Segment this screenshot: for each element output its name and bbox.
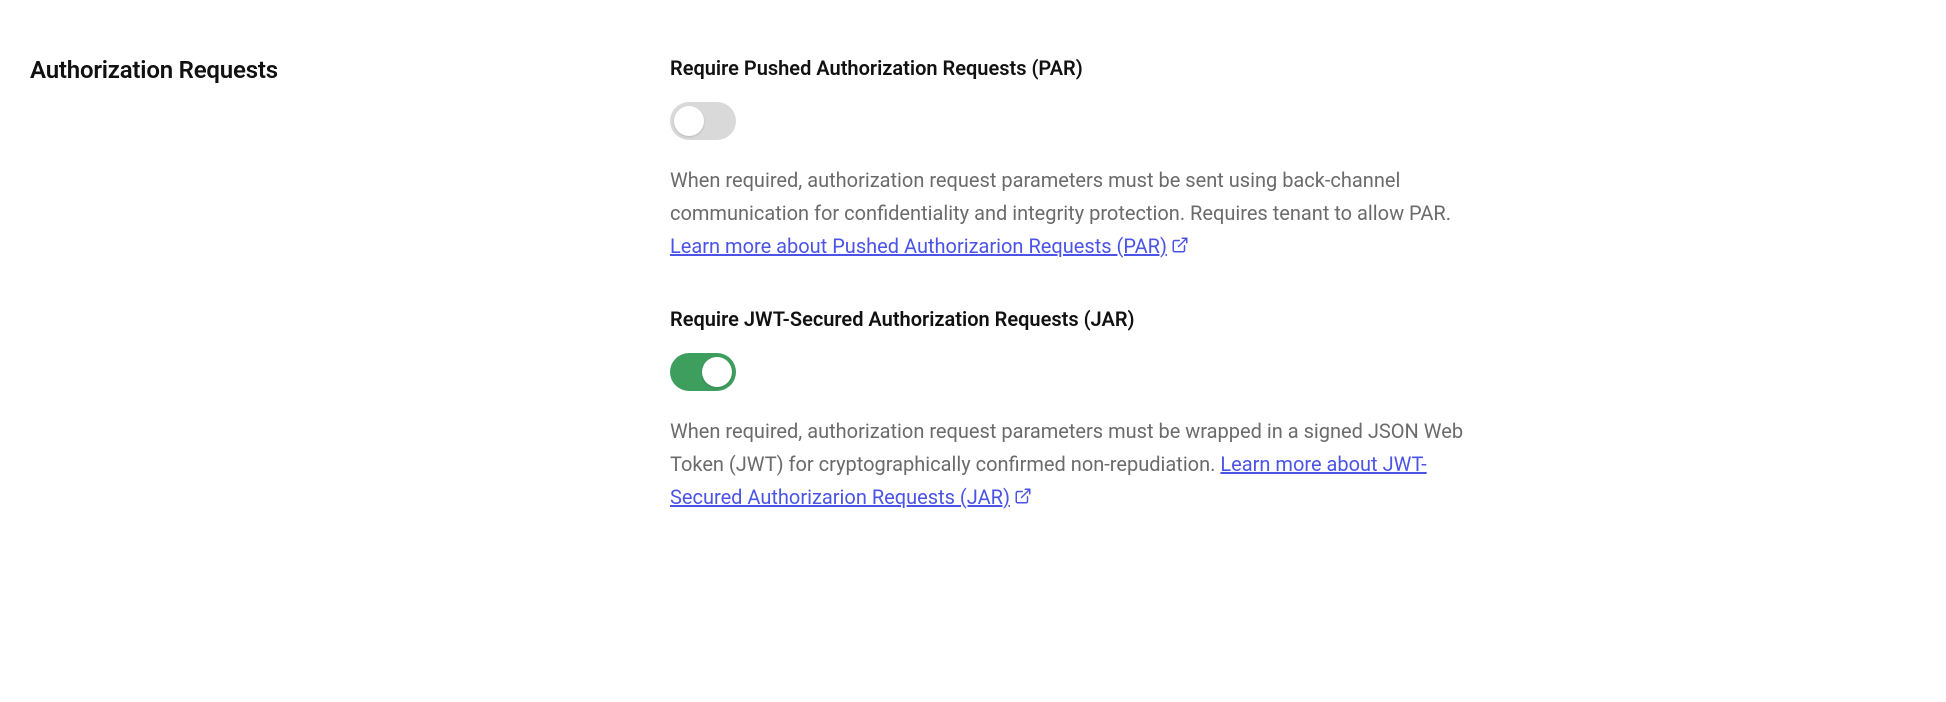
toggle-par[interactable]: [670, 102, 736, 140]
settings-section: Authorization Requests Require Pushed Au…: [0, 0, 1946, 598]
setting-par-description: When required, authorization request par…: [670, 164, 1490, 263]
section-right-column: Require Pushed Authorization Requests (P…: [670, 56, 1490, 558]
setting-par: Require Pushed Authorization Requests (P…: [670, 56, 1490, 263]
toggle-jar[interactable]: [670, 353, 736, 391]
setting-par-label: Require Pushed Authorization Requests (P…: [670, 56, 1490, 80]
toggle-knob: [674, 106, 704, 136]
setting-jar-label: Require JWT-Secured Authorization Reques…: [670, 307, 1490, 331]
setting-jar: Require JWT-Secured Authorization Reques…: [670, 307, 1490, 514]
toggle-knob: [702, 357, 732, 387]
external-link-icon: [1171, 236, 1189, 254]
section-left-column: Authorization Requests: [30, 56, 670, 558]
setting-jar-description: When required, authorization request par…: [670, 415, 1490, 514]
section-title: Authorization Requests: [30, 56, 670, 84]
external-link-icon: [1014, 487, 1032, 505]
link-par-learn-more-text: Learn more about Pushed Authorizarion Re…: [670, 234, 1167, 258]
setting-par-description-text: When required, authorization request par…: [670, 168, 1451, 225]
link-par-learn-more[interactable]: Learn more about Pushed Authorizarion Re…: [670, 234, 1167, 258]
